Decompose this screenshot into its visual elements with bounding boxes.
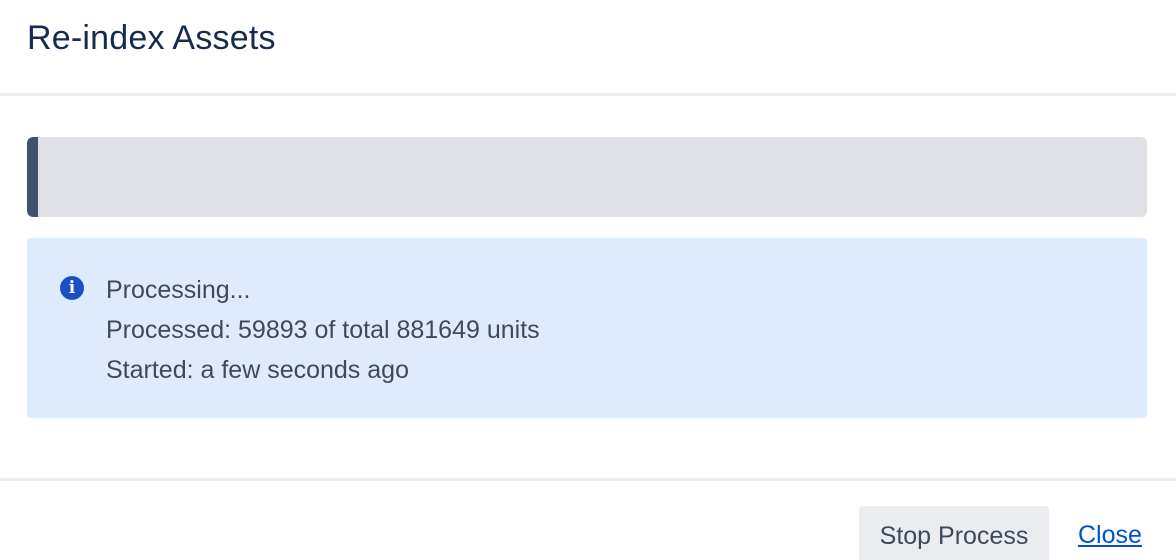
- progress-bar: [27, 137, 1147, 217]
- info-icon: i: [60, 276, 84, 300]
- processed-count-text: Processed: 59893 of total 881649 units: [106, 316, 540, 344]
- info-message-panel: i Processing... Processed: 59893 of tota…: [27, 238, 1147, 418]
- info-message-text: Processing... Processed: 59893 of total …: [106, 270, 540, 390]
- status-text: Processing...: [106, 276, 251, 304]
- progress-bar-fill: [27, 137, 38, 217]
- stop-process-button[interactable]: Stop Process: [859, 506, 1049, 560]
- started-time-text: Started: a few seconds ago: [106, 356, 409, 384]
- dialog-body: i Processing... Processed: 59893 of tota…: [0, 96, 1176, 418]
- close-link[interactable]: Close: [1078, 519, 1142, 551]
- dialog-header: Re-index Assets: [0, 0, 1176, 96]
- reindex-dialog: Re-index Assets i Processing... Processe…: [0, 0, 1176, 560]
- dialog-title: Re-index Assets: [27, 19, 276, 57]
- dialog-footer: Stop Process Close: [0, 478, 1176, 560]
